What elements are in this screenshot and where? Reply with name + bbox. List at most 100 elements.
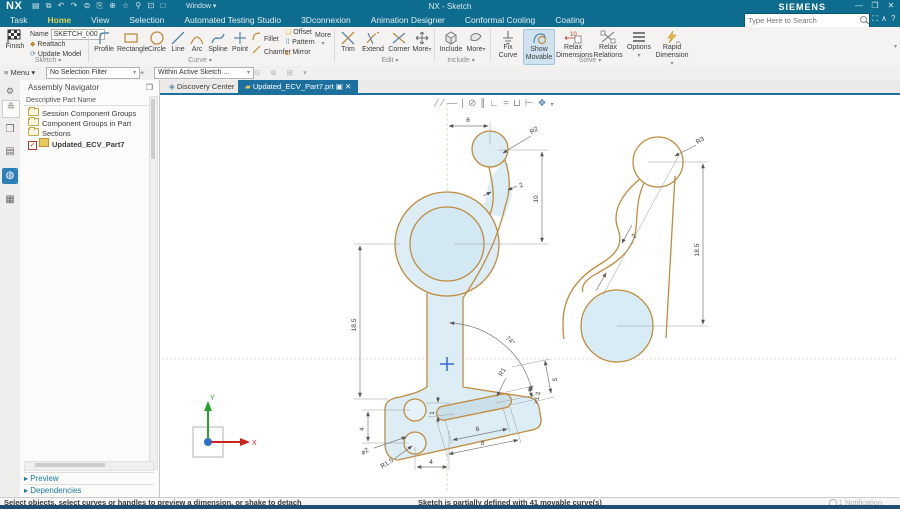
profile-button[interactable]: Profile: [91, 30, 117, 54]
svg-text:=1.1[interactable]: =1.1: [533, 390, 543, 404]
selection-toolbar: ≡ Menu ▾ No Selection Filter ▾ ⌖ Within …: [0, 66, 900, 81]
svg-text:18.5[interactable]: 18.5: [351, 318, 358, 331]
solve-group-label[interactable]: Solve ▾: [565, 57, 615, 64]
trim-button[interactable]: Trim: [337, 30, 359, 54]
right-profile-curves[interactable]: [563, 137, 683, 362]
tab-3dconnexion[interactable]: 3Dconnexion: [291, 13, 361, 27]
navigator-vertical-scrollbar[interactable]: [149, 96, 158, 470]
circle-button[interactable]: Circle: [146, 30, 168, 54]
tree-item-session-groups[interactable]: Session Component Groups: [28, 108, 148, 118]
canvas-tab-bar: ◈ Discovery Center ▰ Updated_ECV_Part7.p…: [160, 80, 900, 95]
fillet-button[interactable]: Fillet: [252, 32, 279, 45]
selection-filter-dropdown[interactable]: No Selection Filter ▾: [46, 67, 140, 79]
arc-button[interactable]: Arc: [189, 30, 205, 54]
edit-group-label[interactable]: Edit ▾: [365, 57, 415, 64]
pin-tab-icon[interactable]: ▣: [336, 82, 343, 91]
spline-button[interactable]: Spline: [207, 30, 229, 54]
move-icon: [414, 30, 430, 46]
selection-extra-icons[interactable]: ⊙ ⊚ ⊞ ▾: [254, 68, 311, 77]
svg-text:4[interactable]: 4: [429, 459, 433, 466]
svg-text:18.5[interactable]: 18.5: [694, 243, 701, 256]
web-browser-icon[interactable]: ◍: [2, 168, 18, 184]
svg-text:5[interactable]: 5: [552, 377, 560, 382]
navigator-horizontal-scrollbar[interactable]: [24, 461, 154, 471]
line-icon: [170, 30, 186, 46]
ribbon-expand-icon[interactable]: ▾: [894, 43, 897, 50]
constraint-navigator-icon[interactable]: ❒: [2, 122, 18, 138]
relax-dimensions-button[interactable]: 10 Relax Dimensions: [556, 30, 590, 60]
roles-icon[interactable]: ▦: [2, 192, 18, 208]
search-input[interactable]: [744, 13, 870, 28]
svg-text:6[interactable]: 6: [466, 117, 470, 124]
reattach-button[interactable]: ◆ Reattach: [30, 40, 65, 50]
collapse-ribbon-icon[interactable]: ∧: [881, 14, 887, 23]
close-button[interactable]: ✕: [884, 1, 898, 12]
svg-text:R3[interactable]: R3: [695, 135, 706, 146]
snap-icon[interactable]: ⌖: [140, 68, 144, 78]
svg-text:4[interactable]: 4: [359, 427, 366, 431]
part-checkbox[interactable]: ✓: [28, 141, 37, 150]
help-icon[interactable]: ?: [891, 14, 900, 23]
graphics-window[interactable]: ◈ Discovery Center ▰ Updated_ECV_Part7.p…: [160, 80, 900, 497]
float-panel-icon[interactable]: ❐: [146, 83, 153, 92]
mirror-button[interactable]: ◭ Mirror: [285, 48, 311, 58]
point-button[interactable]: Point: [231, 30, 249, 54]
tab-view[interactable]: View: [81, 13, 119, 27]
options-button[interactable]: Options ▾: [626, 30, 652, 60]
offset-button[interactable]: ❏ Offset: [285, 28, 312, 38]
line-button[interactable]: Line: [169, 30, 187, 54]
show-movable-button[interactable]: Show Movable: [523, 29, 555, 65]
rectangle-button[interactable]: Rectangle: [117, 30, 145, 54]
navigator-gear-icon[interactable]: ⚙: [2, 83, 18, 99]
svg-text:⌀2[interactable]: ⌀2: [360, 447, 370, 457]
svg-text:10[interactable]: 10: [533, 195, 540, 203]
svg-text:R1[interactable]: R1: [498, 367, 508, 378]
tree-item-sections[interactable]: Sections: [28, 128, 148, 138]
minimize-button[interactable]: —: [852, 1, 866, 12]
selection-scope-dropdown[interactable]: Within Active Sketch ... ▾: [154, 67, 254, 79]
part-file-icon: ▰: [245, 82, 251, 91]
relax-relations-button[interactable]: Relax Relations: [592, 30, 624, 60]
tab-conformal-cooling[interactable]: Conformal Cooling: [455, 13, 545, 27]
svg-text:1[interactable]: 1: [429, 411, 436, 415]
search-icon[interactable]: [860, 15, 867, 25]
sketch-drawing[interactable]: 6 R2 2 10: [160, 95, 900, 497]
restore-button[interactable]: ❐: [868, 1, 882, 12]
navigator-title: Assembly Navigator: [28, 83, 99, 92]
dependencies-panel-toggle[interactable]: ▸ Dependencies: [24, 484, 154, 497]
curve-more-button[interactable]: More▾: [313, 32, 333, 48]
svg-text:R2[interactable]: R2: [529, 125, 540, 136]
tab-task[interactable]: Task: [0, 13, 37, 27]
include-group-label[interactable]: Include ▾: [435, 57, 487, 64]
corner-button[interactable]: Corner: [387, 30, 411, 54]
fullscreen-icon[interactable]: ⛶: [872, 14, 878, 24]
finish-sketch-button[interactable]: Finish: [2, 29, 28, 51]
assembly-navigator-icon[interactable]: ≞: [2, 100, 20, 118]
tab-coating[interactable]: Coating: [545, 13, 594, 27]
tab-selection[interactable]: Selection: [119, 13, 174, 27]
tab-animation-designer[interactable]: Animation Designer: [361, 13, 455, 27]
edit-more-button[interactable]: More▾: [412, 30, 432, 54]
include-button[interactable]: Include: [437, 30, 465, 54]
svg-text:2[interactable]: 2: [518, 182, 525, 190]
menu-button[interactable]: ≡ Menu ▾: [4, 68, 35, 77]
mirror-icon: ◭: [285, 49, 290, 56]
fix-curve-button[interactable]: Fix Curve: [494, 30, 522, 60]
tab-automated-testing-studio[interactable]: Automated Testing Studio: [174, 13, 291, 27]
part-navigator-icon[interactable]: ▤: [2, 144, 18, 160]
sketch-group-label[interactable]: Sketch ▾: [18, 57, 78, 64]
rapid-dimension-button[interactable]: Rapid Dimension ▾: [654, 30, 690, 68]
rapid-dimension-icon: [664, 30, 680, 44]
pattern-button[interactable]: ⠿ Pattern: [285, 38, 315, 48]
tab-discovery-center[interactable]: ◈ Discovery Center: [162, 80, 241, 93]
tab-part-file[interactable]: ▰ Updated_ECV_Part7.prt ▣ ✕: [238, 80, 358, 93]
tree-item-component-groups[interactable]: Component Groups in Part: [28, 118, 148, 128]
tree-item-active-part[interactable]: ✓Updated_ECV_Part7: [28, 138, 148, 148]
svg-text:74°[interactable]: 74°: [504, 334, 517, 347]
include-more-button[interactable]: More▾: [466, 30, 486, 54]
tree-column-header[interactable]: Descriptive Part Name: [24, 96, 152, 106]
include-more-icon: [468, 30, 484, 46]
extend-button[interactable]: Extend: [360, 30, 386, 54]
close-tab-icon[interactable]: ✕: [345, 82, 351, 91]
curve-group-label[interactable]: Curve ▾: [170, 57, 230, 64]
